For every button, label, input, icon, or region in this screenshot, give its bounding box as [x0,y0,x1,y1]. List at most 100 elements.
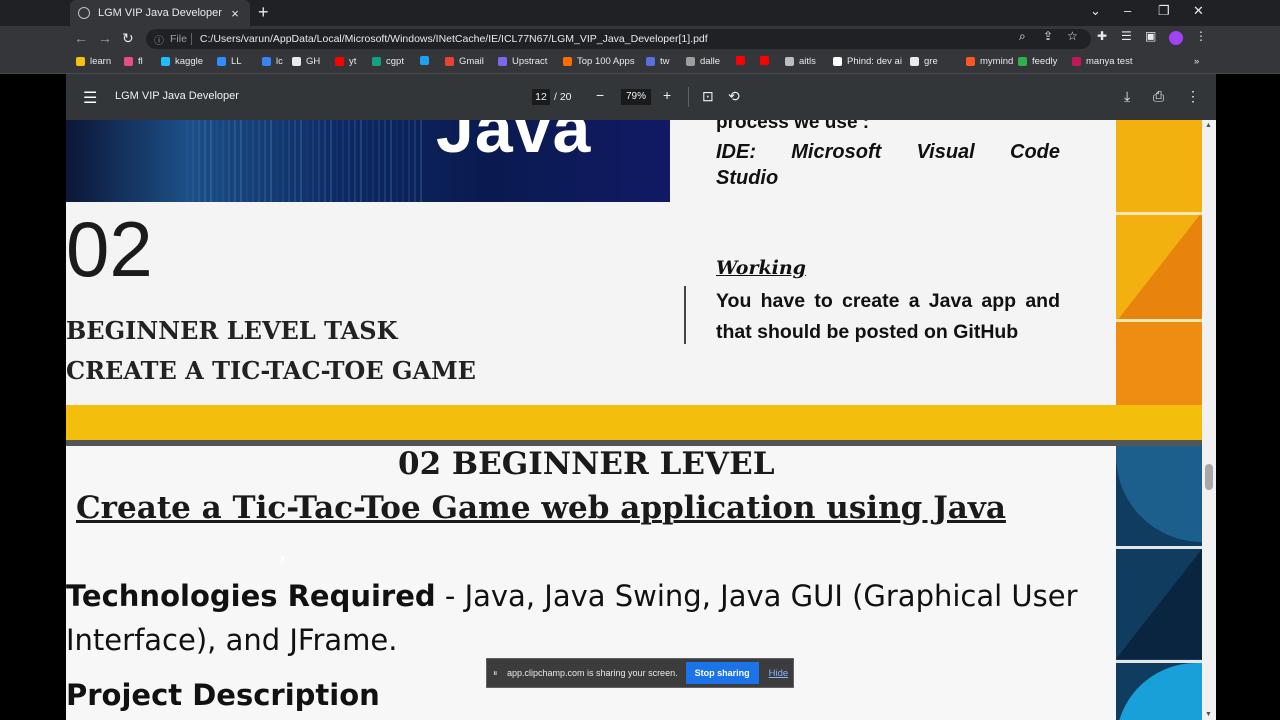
code-streak [228,120,230,202]
scroll-up-icon[interactable]: ▲ [1205,122,1212,129]
divider [688,87,689,107]
extensions-icon[interactable]: ✚ [1097,29,1107,43]
scrollbar-thumb[interactable] [1205,464,1213,490]
bookmark-item[interactable]: LL [217,56,242,67]
globe-icon [78,7,90,19]
code-streak [198,120,200,202]
more-options-icon[interactable]: ⋮ [1186,88,1200,105]
bookmark-item[interactable]: kaggle [161,56,203,67]
bookmark-item[interactable]: Gmail [445,56,484,67]
share-message: app.clipchamp.com is sharing your screen… [507,668,678,678]
bookmark-label: LL [231,56,242,67]
bookmark-item[interactable]: dalle [686,56,720,67]
bookmark-item[interactable]: lc [262,56,283,67]
code-streak [318,120,320,202]
bookmark-label: learn [90,56,112,67]
bookmark-item[interactable]: GH [292,56,320,67]
scroll-down-icon[interactable]: ▼ [1205,711,1212,718]
bookmark-favicon-icon [1018,57,1027,66]
bookmark-favicon-icon [966,57,975,66]
back-button[interactable]: ← [74,30,88,46]
minimize-button[interactable]: – [1124,3,1131,18]
divider [190,33,192,45]
bookmark-favicon-icon [1072,57,1081,66]
zoom-in-button[interactable]: + [663,87,671,103]
bookmark-item[interactable]: Phind: dev ai [833,56,902,67]
bookmark-item[interactable]: Upstract [498,56,547,67]
code-streak [396,120,398,202]
bookmark-item[interactable] [760,56,774,65]
reading-list-icon[interactable]: ☰ [1121,29,1132,43]
code-streak [192,120,194,202]
pdf-viewer[interactable]: Java process we use : IDE: Microsoft Vis… [66,120,1216,720]
bookmarks-more-button[interactable]: » [1194,56,1199,67]
bookmark-item[interactable]: tw [646,56,670,67]
hamburger-menu-icon[interactable]: ☰ [83,88,97,108]
bookmarks-bar: » learn fl kaggle LL lc GH yt cgpt Gmail Upstract… [0,52,1280,74]
close-window-button[interactable]: ✕ [1193,3,1204,19]
code-streak [330,120,332,202]
code-streak [210,120,212,202]
code-streak [258,120,260,202]
bookmark-label: Phind: dev ai [847,56,902,67]
bookmark-item[interactable]: fl [124,56,143,67]
tab-title: LGM VIP Java Developer [98,7,222,19]
code-streak [342,120,344,202]
info-icon[interactable]: ⓘ [154,32,164,47]
download-icon[interactable]: ⤓ [1124,88,1130,105]
profile-avatar[interactable] [1169,31,1183,45]
zoom-out-button[interactable]: − [596,87,604,103]
side-panel-icon[interactable]: ▣ [1145,29,1156,43]
zoom-input[interactable]: 79% [621,89,651,105]
bookmark-favicon-icon [686,57,695,66]
bookmark-item[interactable] [420,56,434,65]
bookmark-favicon-icon [760,56,769,65]
tab-close-button[interactable]: × [228,6,242,21]
decorative-shapes [1116,446,1202,720]
restore-button[interactable]: ❐ [1158,3,1170,19]
pdf-page-slide-1: Java process we use : IDE: Microsoft Vis… [66,120,1202,440]
reload-button[interactable]: ↻ [122,30,134,47]
technologies-paragraph: Technologies Required - Java, Java Swing… [66,574,1106,662]
address-input[interactable]: ⓘ File C:/Users/varun/AppData/Local/Micr… [146,29,1091,49]
vertical-scrollbar[interactable]: ▲ ▼ [1202,120,1216,720]
bookmark-item[interactable] [736,56,750,65]
print-icon[interactable]: ⎙ [1153,88,1164,105]
tab-active[interactable]: LGM VIP Java Developer × [70,0,250,26]
bookmark-item[interactable]: feedly [1018,56,1057,67]
rotate-icon[interactable]: ⟲ [728,88,740,105]
hide-link[interactable]: Hide [769,668,789,679]
bookmark-label: feedly [1032,56,1058,67]
screen-share-bar: ⏸ app.clipchamp.com is sharing your scre… [486,658,794,688]
bookmark-item[interactable]: cgpt [372,56,404,67]
code-streak [348,120,350,202]
bookmark-favicon-icon [335,57,344,66]
stop-sharing-button[interactable]: Stop sharing [685,662,759,684]
bookmark-label: GH [306,56,321,67]
mouse-cursor-icon [281,556,289,565]
bookmark-item[interactable]: Top 100 Apps [563,56,635,67]
divider-line [684,286,686,344]
bookmark-label: Top 100 Apps [577,56,635,67]
drag-handle-icon[interactable]: ⏸ [493,668,503,679]
code-streak [378,120,380,202]
bookmark-item[interactable]: mymind [966,56,1013,67]
menu-icon[interactable]: ⋮ [1195,29,1207,43]
new-tab-button[interactable]: + [258,2,269,23]
bookmark-item[interactable]: manya test [1072,56,1132,67]
fit-page-icon[interactable]: ⊡ [702,88,714,105]
bookmark-item[interactable]: gre [910,56,938,67]
bookmark-item[interactable]: aitls [785,56,816,67]
bookmark-item[interactable]: learn [76,56,111,67]
ide-line-2: Studio [716,167,779,189]
page-number-input[interactable]: 12 [532,89,550,105]
forward-button[interactable]: → [98,30,112,46]
star-icon[interactable]: ☆ [1067,29,1078,43]
share-icon[interactable]: ⇪ [1043,29,1053,43]
java-banner-image: Java [66,120,670,202]
code-streak [402,120,404,202]
tab-search-icon[interactable]: ⌄ [1090,3,1101,19]
search-icon[interactable]: ⌕ [1019,29,1026,44]
bookmark-favicon-icon [76,57,85,66]
bookmark-item[interactable]: yt [335,56,356,67]
